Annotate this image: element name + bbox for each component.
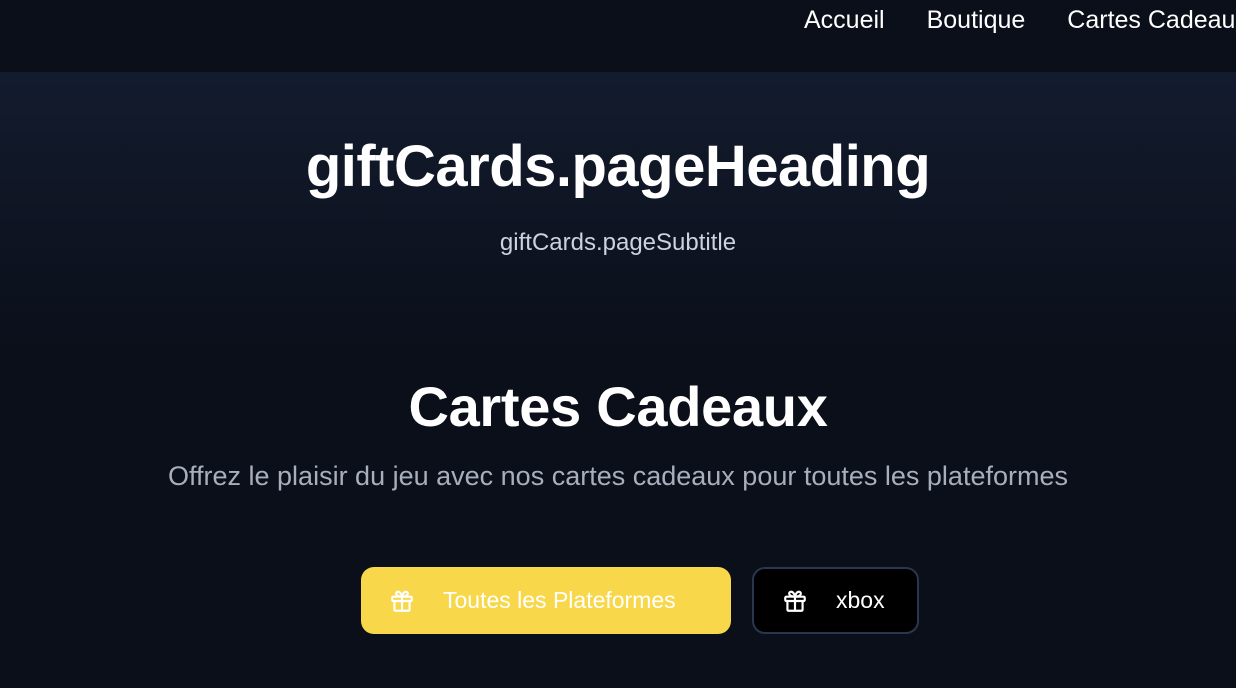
page-title: giftCards.pageHeading bbox=[305, 134, 931, 199]
section-title: Cartes Cadeaux bbox=[408, 375, 828, 438]
nav-link-cartes-cadeaux[interactable]: Cartes Cadeaux bbox=[1067, 1, 1236, 39]
gift-icon bbox=[782, 588, 808, 614]
gift-cards-page: giftCards.pageHeading giftCards.pageSubt… bbox=[0, 72, 1236, 688]
top-navbar: Accueil Boutique Cartes Cadeaux bbox=[0, 0, 1236, 72]
main-nav: Accueil Boutique Cartes Cadeaux bbox=[804, 0, 1236, 40]
section-subtitle: Offrez le plaisir du jeu avec nos cartes… bbox=[168, 461, 1068, 491]
platform-filters: Toutes les Plateformes xbox bbox=[361, 567, 919, 634]
filter-label: xbox bbox=[836, 587, 885, 613]
filter-all-platforms-button[interactable]: Toutes les Plateformes bbox=[361, 567, 731, 634]
nav-link-boutique[interactable]: Boutique bbox=[927, 1, 1026, 39]
gift-icon bbox=[389, 588, 415, 614]
filter-xbox-button[interactable]: xbox bbox=[752, 567, 919, 634]
filter-label: Toutes les Plateformes bbox=[443, 587, 676, 613]
nav-link-accueil[interactable]: Accueil bbox=[804, 1, 885, 39]
page-subtitle: giftCards.pageSubtitle bbox=[499, 229, 737, 256]
